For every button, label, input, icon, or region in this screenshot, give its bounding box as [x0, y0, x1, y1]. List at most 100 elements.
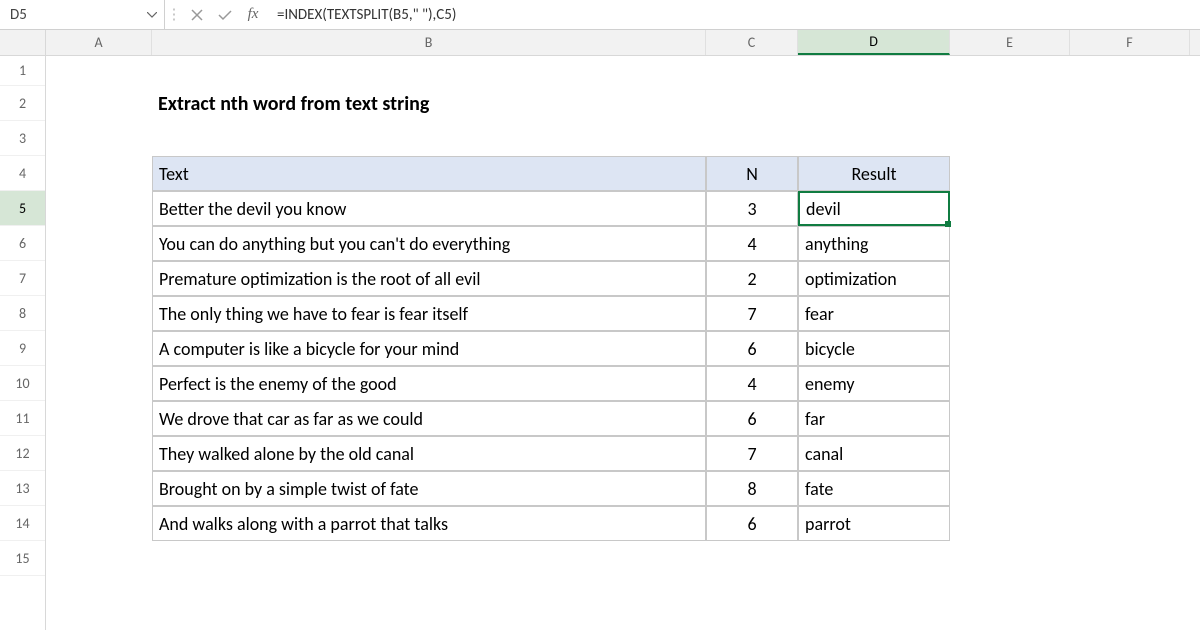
table-cell-text[interactable]: They walked alone by the old canal — [152, 436, 706, 471]
row-header[interactable]: 4 — [0, 156, 45, 191]
row-header[interactable]: 13 — [0, 471, 45, 506]
table-cell-text[interactable]: A computer is like a bicycle for your mi… — [152, 331, 706, 366]
cell[interactable] — [152, 541, 706, 576]
cell[interactable] — [950, 56, 1070, 86]
cell[interactable] — [950, 331, 1070, 366]
cell[interactable] — [46, 191, 152, 226]
cell[interactable] — [798, 121, 950, 156]
row-header[interactable]: 12 — [0, 436, 45, 471]
cell[interactable] — [1070, 86, 1190, 121]
column-header[interactable]: E — [950, 30, 1070, 55]
name-box-dropdown-icon[interactable] — [140, 12, 164, 18]
cell[interactable] — [950, 86, 1070, 121]
cell[interactable] — [46, 86, 152, 121]
table-cell-n[interactable]: 7 — [706, 436, 798, 471]
row-header[interactable]: 14 — [0, 506, 45, 541]
table-cell-result[interactable]: fear — [798, 296, 950, 331]
cell[interactable] — [46, 401, 152, 436]
cell[interactable] — [1070, 226, 1190, 261]
row-header[interactable]: 6 — [0, 226, 45, 261]
cell[interactable] — [1070, 331, 1190, 366]
cell[interactable] — [798, 86, 950, 121]
cell[interactable] — [1070, 296, 1190, 331]
cell[interactable] — [46, 226, 152, 261]
cell[interactable] — [950, 121, 1070, 156]
cell[interactable] — [46, 261, 152, 296]
table-cell-result[interactable]: far — [798, 401, 950, 436]
table-cell-n[interactable]: 3 — [706, 191, 798, 226]
select-all-corner[interactable] — [0, 30, 45, 56]
row-header[interactable]: 11 — [0, 401, 45, 436]
table-header-result[interactable]: Result — [798, 156, 950, 191]
formula-input[interactable]: =INDEX(TEXTSPLIT(B5," "),C5) — [267, 6, 1200, 24]
row-header[interactable]: 2 — [0, 86, 45, 121]
table-cell-text[interactable]: Perfect is the enemy of the good — [152, 366, 706, 401]
cell[interactable] — [1070, 471, 1190, 506]
cell[interactable] — [950, 191, 1070, 226]
row-header[interactable]: 7 — [0, 261, 45, 296]
cell[interactable] — [1070, 541, 1190, 576]
table-cell-text[interactable]: You can do anything but you can't do eve… — [152, 226, 706, 261]
row-header[interactable]: 1 — [0, 56, 45, 86]
cell[interactable] — [46, 471, 152, 506]
table-cell-text[interactable]: Brought on by a simple twist of fate — [152, 471, 706, 506]
table-cell-n[interactable]: 6 — [706, 331, 798, 366]
column-header[interactable]: D — [798, 30, 950, 55]
row-header[interactable]: 9 — [0, 331, 45, 366]
cell[interactable] — [152, 121, 706, 156]
cell[interactable] — [950, 471, 1070, 506]
cell[interactable] — [950, 436, 1070, 471]
active-cell[interactable]: devil — [798, 191, 950, 226]
column-header[interactable]: F — [1070, 30, 1190, 55]
cell[interactable] — [950, 366, 1070, 401]
cell[interactable] — [1070, 506, 1190, 541]
cell[interactable] — [950, 156, 1070, 191]
name-box[interactable]: D5 — [0, 0, 165, 29]
cell[interactable] — [706, 541, 798, 576]
cell[interactable] — [1070, 261, 1190, 296]
cell[interactable] — [46, 436, 152, 471]
cell[interactable] — [950, 506, 1070, 541]
cell[interactable] — [1070, 121, 1190, 156]
table-cell-text[interactable]: Premature optimization is the root of al… — [152, 261, 706, 296]
cell[interactable] — [1070, 156, 1190, 191]
cell[interactable] — [950, 401, 1070, 436]
cell[interactable] — [706, 56, 798, 86]
table-cell-text[interactable]: And walks along with a parrot that talks — [152, 506, 706, 541]
row-header[interactable]: 10 — [0, 366, 45, 401]
page-title[interactable]: Extract nth word from text string — [152, 86, 706, 121]
cell[interactable] — [950, 541, 1070, 576]
cancel-icon[interactable] — [183, 0, 211, 29]
cell[interactable] — [1070, 401, 1190, 436]
table-cell-text[interactable]: Better the devil you know — [152, 191, 706, 226]
table-header-text[interactable]: Text — [152, 156, 706, 191]
cell[interactable] — [46, 121, 152, 156]
column-header[interactable]: B — [152, 30, 706, 55]
cell[interactable] — [950, 296, 1070, 331]
cell[interactable] — [1070, 436, 1190, 471]
cell[interactable] — [46, 366, 152, 401]
table-cell-result[interactable]: enemy — [798, 366, 950, 401]
insert-function-icon[interactable]: fx — [239, 0, 267, 29]
table-cell-result[interactable]: canal — [798, 436, 950, 471]
table-cell-n[interactable]: 4 — [706, 366, 798, 401]
table-cell-result[interactable]: parrot — [798, 506, 950, 541]
table-cell-n[interactable]: 6 — [706, 506, 798, 541]
cell[interactable] — [152, 56, 706, 86]
table-cell-n[interactable]: 2 — [706, 261, 798, 296]
cell[interactable] — [950, 226, 1070, 261]
cell[interactable] — [706, 121, 798, 156]
row-header[interactable]: 3 — [0, 121, 45, 156]
table-cell-result[interactable]: fate — [798, 471, 950, 506]
table-cell-result[interactable]: bicycle — [798, 331, 950, 366]
cell[interactable] — [46, 541, 152, 576]
cell[interactable] — [46, 296, 152, 331]
cell[interactable] — [798, 56, 950, 86]
cell[interactable] — [798, 541, 950, 576]
cell[interactable] — [950, 261, 1070, 296]
cell[interactable] — [46, 506, 152, 541]
row-header[interactable]: 8 — [0, 296, 45, 331]
cell[interactable] — [1070, 366, 1190, 401]
table-cell-text[interactable]: The only thing we have to fear is fear i… — [152, 296, 706, 331]
row-header[interactable]: 15 — [0, 541, 45, 576]
